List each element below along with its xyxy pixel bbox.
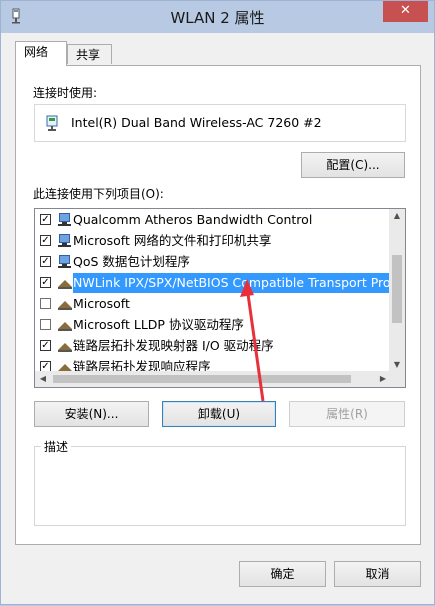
list-item[interactable]: ✓ Microsoft 网络的文件和打印机共享: [35, 231, 391, 251]
scroll-left-icon[interactable]: ◀: [35, 374, 51, 383]
item-checkbox[interactable]: ✓: [40, 277, 51, 288]
horizontal-scroll-thumb[interactable]: [53, 375, 351, 383]
list-item[interactable]: ✓ Qualcomm Atheros Bandwidth Control: [35, 210, 391, 230]
protocol-icon: [58, 301, 72, 310]
list-item[interactable]: ✓ 链路层拓扑发现映射器 I/O 驱动程序: [35, 336, 391, 356]
item-checkbox[interactable]: ✓: [40, 340, 51, 351]
item-checkbox[interactable]: [40, 319, 51, 330]
item-checkbox[interactable]: ✓: [40, 256, 51, 267]
protocol-icon: [58, 322, 72, 331]
item-checkbox[interactable]: ✓: [40, 214, 51, 225]
item-label: Microsoft 网络的文件和打印机共享: [73, 233, 272, 248]
vertical-scrollbar[interactable]: ▲ ▼: [389, 209, 405, 371]
network-client-icon: [58, 255, 71, 268]
list-item[interactable]: Microsoft LLDP 协议驱动程序: [35, 315, 391, 335]
tab-network[interactable]: 网络: [15, 41, 67, 66]
cancel-button[interactable]: 取消: [334, 561, 421, 587]
title-bar[interactable]: WLAN 2 属性 ✕: [1, 1, 434, 33]
uninstall-button[interactable]: 卸载(U): [162, 401, 276, 427]
scrollbar-corner: [389, 371, 405, 387]
window-title: WLAN 2 属性: [170, 9, 265, 27]
protocol-icon: [58, 343, 72, 352]
list-item[interactable]: Microsoft: [35, 294, 391, 314]
item-label: QoS 数据包计划程序: [73, 254, 190, 269]
network-adapter-icon: [46, 115, 58, 131]
horizontal-scrollbar[interactable]: ◀ ▶: [35, 371, 391, 387]
description-group: 描述: [34, 438, 406, 526]
protocol-icon: [58, 280, 72, 289]
item-label: Microsoft: [73, 296, 130, 311]
list-item[interactable]: ✓ QoS 数据包计划程序: [35, 252, 391, 272]
ok-button[interactable]: 确定: [239, 561, 326, 587]
network-client-icon: [58, 213, 71, 226]
properties-dialog: WLAN 2 属性 ✕ 网络 共享 连接时使用: Intel(R) Dual B…: [0, 0, 435, 605]
install-button[interactable]: 安装(N)...: [34, 401, 149, 427]
items-list-label: 此连接使用下列项目(O):: [33, 187, 164, 201]
connect-using-label: 连接时使用:: [33, 86, 98, 100]
adapter-display: Intel(R) Dual Band Wireless-AC 7260 #2: [34, 104, 406, 142]
close-button[interactable]: ✕: [383, 1, 428, 22]
adapter-name: Intel(R) Dual Band Wireless-AC 7260 #2: [71, 115, 322, 130]
scroll-up-icon[interactable]: ▲: [389, 211, 405, 220]
item-label: Microsoft LLDP 协议驱动程序: [73, 317, 244, 332]
description-label: 描述: [41, 438, 72, 455]
item-checkbox[interactable]: [40, 298, 51, 309]
item-checkbox[interactable]: ✓: [40, 235, 51, 246]
scroll-down-icon[interactable]: ▼: [389, 360, 405, 369]
components-list[interactable]: ✓ Qualcomm Atheros Bandwidth Control ✓ M…: [34, 208, 406, 388]
network-client-icon: [58, 234, 71, 247]
tab-panel-network: 连接时使用: Intel(R) Dual Band Wireless-AC 72…: [15, 65, 421, 545]
item-label: 链路层拓扑发现映射器 I/O 驱动程序: [73, 338, 274, 353]
item-label: Qualcomm Atheros Bandwidth Control: [73, 212, 313, 227]
item-label: NWLink IPX/SPX/NetBIOS Compatible Transp…: [73, 273, 391, 293]
tab-sharing[interactable]: 共享: [67, 44, 112, 64]
vertical-scroll-thumb[interactable]: [392, 255, 402, 323]
properties-button[interactable]: 属性(R): [289, 401, 405, 427]
list-item-selected[interactable]: ✓ NWLink IPX/SPX/NetBIOS Compatible Tran…: [35, 273, 391, 293]
configure-button[interactable]: 配置(C)...: [301, 152, 405, 178]
